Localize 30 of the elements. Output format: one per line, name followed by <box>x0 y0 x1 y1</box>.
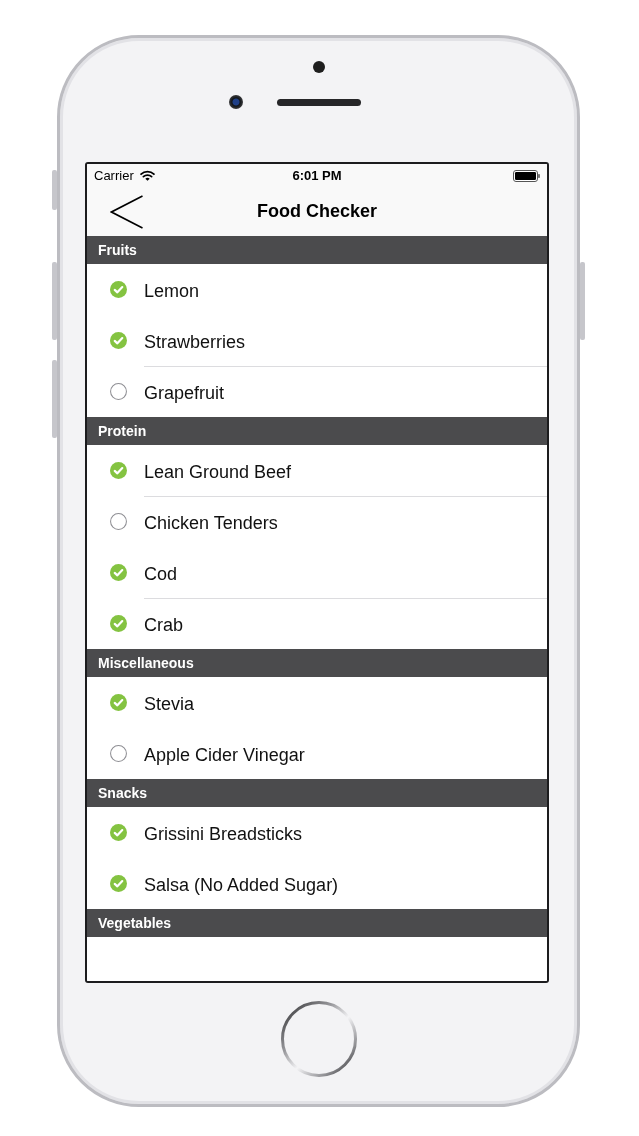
battery-icon <box>513 169 540 182</box>
carrier-label: Carrier <box>94 166 134 185</box>
check-circle-icon[interactable] <box>110 462 127 479</box>
back-icon[interactable] <box>110 195 144 229</box>
side-button[interactable] <box>52 170 57 210</box>
side-button[interactable] <box>580 262 585 340</box>
screen-title: Food Checker <box>257 200 377 223</box>
side-button[interactable] <box>52 262 57 340</box>
check-circle-icon[interactable] <box>110 824 127 841</box>
empty-circle-icon[interactable] <box>110 745 127 762</box>
check-circle-icon[interactable] <box>110 615 127 632</box>
wifi-icon <box>139 170 155 181</box>
check-circle-icon[interactable] <box>110 875 127 892</box>
check-circle-icon[interactable] <box>110 332 127 349</box>
section-header: Miscellaneous <box>87 649 547 677</box>
home-button[interactable] <box>280 1001 357 1077</box>
side-button[interactable] <box>52 360 57 438</box>
section-header: Vegetables <box>87 909 547 937</box>
sensor-icon <box>312 61 325 73</box>
status-time: 6:01 PM <box>292 166 342 185</box>
camera-icon <box>228 95 243 109</box>
empty-circle-icon[interactable] <box>110 383 127 400</box>
check-circle-icon[interactable] <box>110 694 127 711</box>
section-header: Fruits <box>87 236 547 264</box>
empty-circle-icon[interactable] <box>110 513 127 530</box>
check-circle-icon[interactable] <box>110 564 127 581</box>
section-header: Snacks <box>87 779 547 807</box>
speaker-slot-icon <box>276 98 361 106</box>
section-header: Protein <box>87 417 547 445</box>
check-circle-icon[interactable] <box>110 281 127 298</box>
